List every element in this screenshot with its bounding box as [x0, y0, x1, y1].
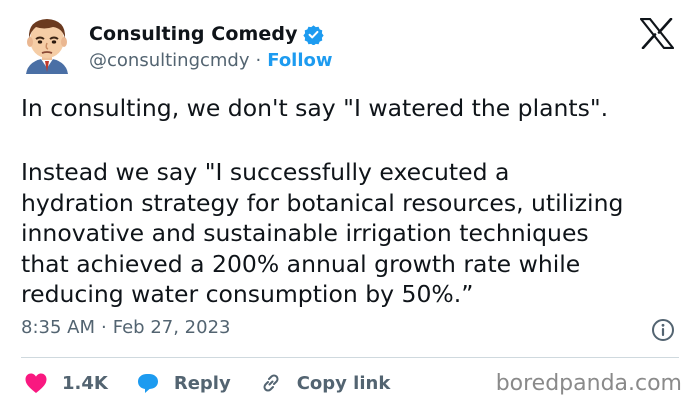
verified-badge-icon	[302, 24, 324, 45]
watermark: boredpanda.com	[495, 371, 682, 396]
author-name-row: Consulting Comedy	[89, 21, 324, 47]
handle-separator: ·	[255, 49, 262, 71]
tweet-text-line: Instead we say "I successfully executed …	[21, 158, 510, 186]
tweet-text-line: reducing water consumption by 50%.”	[21, 280, 474, 308]
tweet-text-line: In consulting, we don't say "I watered t…	[21, 94, 609, 122]
x-logo-icon[interactable]	[640, 18, 674, 49]
divider	[21, 357, 679, 358]
link-icon	[263, 374, 279, 392]
tweet-text-line: hydration strategy for botanical resourc…	[21, 188, 624, 217]
author-handle-row: @consultingcmdy · Follow	[89, 48, 333, 72]
timestamp-separator: ·	[101, 317, 107, 338]
author-display-name[interactable]: Consulting Comedy	[89, 23, 298, 45]
tweet-text-line: that achieved a 200% annual growth rate …	[21, 249, 581, 278]
reply-bubble-icon	[137, 374, 158, 393]
tweet-actions: 1.4K Reply Copy link	[24, 370, 418, 396]
tweet-date: Feb 27, 2023	[112, 317, 231, 338]
reply-button[interactable]: Reply	[136, 372, 231, 394]
avatar[interactable]	[20, 14, 74, 74]
author-handle[interactable]: @consultingcmdy	[89, 50, 250, 71]
tweet-time: 8:35 AM	[21, 317, 95, 338]
reply-label: Reply	[173, 372, 231, 394]
tweet-timestamp[interactable]: 8:35 AM · Feb 27, 2023	[21, 317, 230, 338]
follow-button[interactable]: Follow	[267, 50, 332, 71]
cartoon-avatar-icon	[26, 19, 68, 74]
like-button[interactable]: 1.4K	[24, 372, 108, 394]
copy-link-button[interactable]: Copy link	[259, 371, 391, 395]
heart-icon	[25, 373, 47, 393]
info-icon[interactable]	[651, 318, 675, 342]
like-count: 1.4K	[62, 372, 108, 394]
tweet-text-line: innovative and sustainable irrigation te…	[21, 219, 589, 247]
copy-link-label: Copy link	[296, 372, 391, 394]
tweet-text-paragraph: Instead we say "I successfully executed …	[21, 157, 623, 310]
